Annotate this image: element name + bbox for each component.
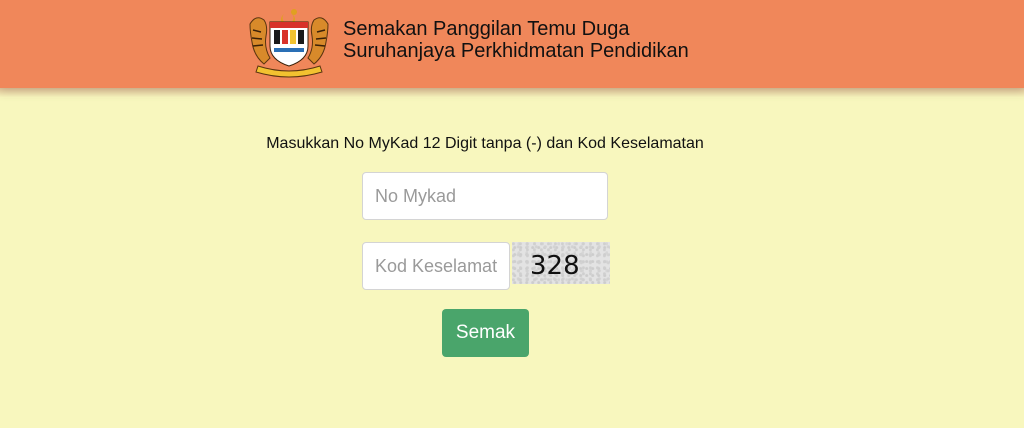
semak-button[interactable]: Semak (442, 309, 529, 357)
title-line-1: Semakan Panggilan Temu Duga (343, 18, 630, 40)
site-title: Semakan Panggilan Temu Duga Suruhanjaya … (343, 18, 689, 62)
mykad-input[interactable] (362, 172, 608, 220)
captcha-code: 328 (530, 251, 580, 281)
jata-negara-crest-icon (249, 9, 329, 78)
security-code-input[interactable] (362, 242, 510, 290)
page-header: Semakan Panggilan Temu Duga Suruhanjaya … (0, 0, 1024, 88)
title-line-2: Suruhanjaya Perkhidmatan Pendidikan (343, 40, 689, 62)
header-shadow (0, 88, 1024, 98)
instruction-text: Masukkan No MyKad 12 Digit tanpa (-) dan… (266, 135, 704, 152)
captcha-image: 328 (512, 242, 610, 284)
